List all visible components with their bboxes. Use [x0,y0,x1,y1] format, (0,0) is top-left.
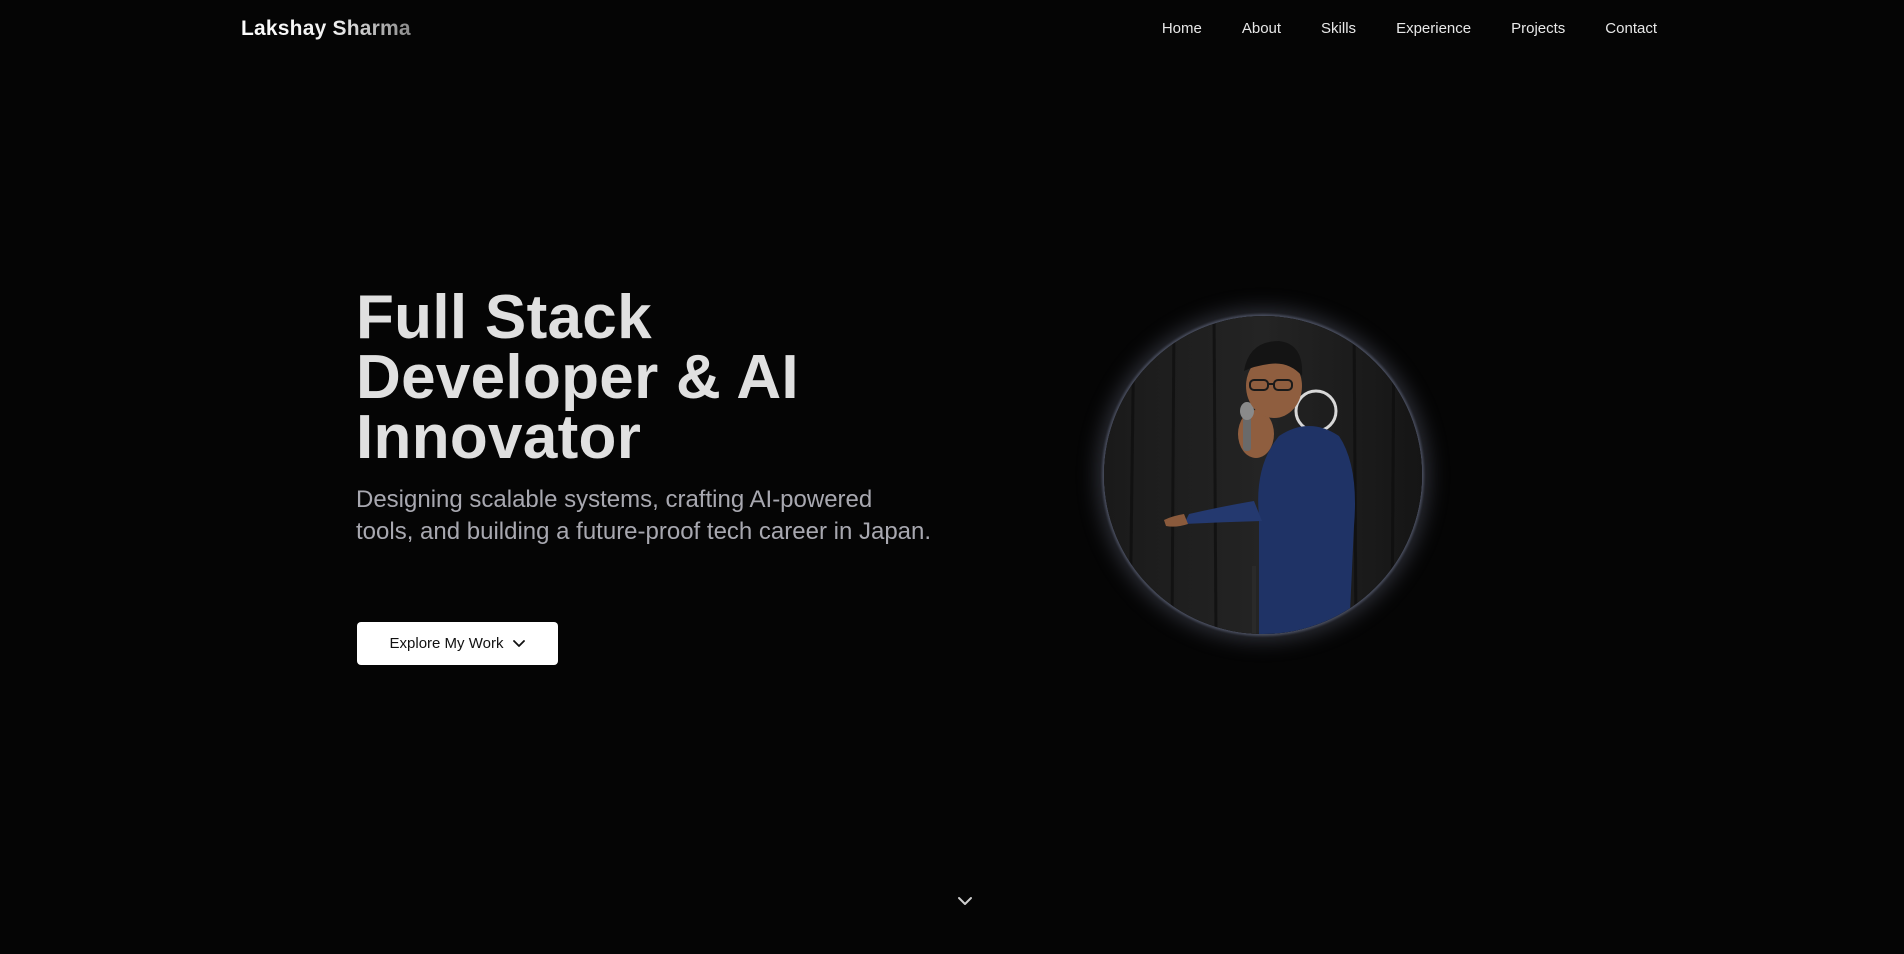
brand-name[interactable]: Lakshay Sharma [241,17,411,41]
hero-section: Full Stack Developer & AI Innovator Desi… [356,283,956,548]
headline-line-3: Innovator [356,403,642,472]
nav-contact[interactable]: Contact [1605,20,1657,37]
chevron-down-icon [958,897,972,905]
nav-links: Home About Skills Experience Projects Co… [1122,20,1657,37]
nav-experience[interactable]: Experience [1396,20,1471,37]
nav-about[interactable]: About [1242,20,1281,37]
profile-photo [1104,316,1422,634]
explore-work-button[interactable]: Explore My Work [357,622,558,665]
nav-projects[interactable]: Projects [1511,20,1565,37]
top-nav: Lakshay Sharma Home About Skills Experie… [0,0,1904,60]
explore-work-label: Explore My Work [389,635,504,652]
chevron-down-icon [513,639,526,647]
nav-home[interactable]: Home [1162,20,1202,37]
hero-subtext: Designing scalable systems, crafting AI-… [356,486,932,545]
scroll-down-indicator[interactable] [954,893,976,909]
nav-skills[interactable]: Skills [1321,20,1356,37]
profile-photo-illustration [1104,316,1422,634]
headline-line-2: Developer & AI [356,343,799,412]
headline-line-1: Full Stack [356,283,652,352]
hero-headline: Full Stack Developer & AI Innovator [356,283,956,472]
